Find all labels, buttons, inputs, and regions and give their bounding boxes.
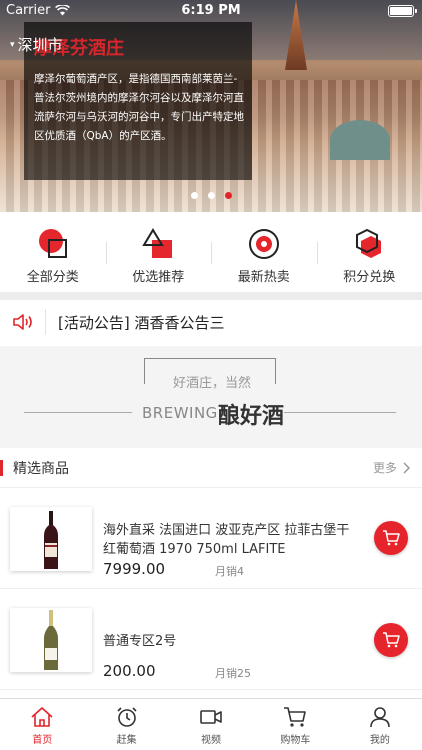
- product-name: 海外直采 法国进口 波亚克产区 拉菲古堡干红葡萄酒 1970 750ml LAF…: [103, 523, 350, 557]
- hot-sale-icon: [248, 228, 280, 260]
- tab-cart[interactable]: 购物车: [253, 699, 337, 750]
- recommend-icon: [142, 228, 174, 260]
- hero-overlay-text: 摩泽尔葡萄酒产区，是指德国西南部莱茵兰-普法尔茨州境内的摩泽尔河谷以及摩泽尔河直…: [34, 73, 244, 142]
- category-label: 积分兑换: [343, 270, 396, 285]
- carousel-dot[interactable]: [208, 192, 215, 199]
- carousel-dot[interactable]: [191, 192, 198, 199]
- carousel-dots: [191, 192, 232, 199]
- category-recommend[interactable]: 优选推荐: [105, 212, 212, 292]
- city-label: 深圳市: [17, 36, 63, 54]
- cart-icon: [383, 632, 400, 648]
- hero-carousel[interactable]: 摩泽芬酒庄 摩泽尔葡萄酒产区，是指德国西南部莱茵兰-普法尔茨州境内的摩泽尔河谷以…: [0, 0, 422, 212]
- bottom-tab-bar: 首页 赶集 视频 购物车 我的: [0, 698, 422, 750]
- tab-market[interactable]: 赶集: [84, 699, 168, 750]
- tab-profile[interactable]: 我的: [338, 699, 422, 750]
- category-label: 最新热卖: [237, 270, 290, 285]
- tab-label: 赶集: [116, 735, 137, 746]
- points-exchange-icon: [353, 228, 385, 260]
- category-row: 全部分类 优选推荐 最新热卖 积分兑换: [0, 212, 422, 292]
- banner-english: BREWING: [142, 404, 218, 422]
- carousel-dot-active[interactable]: [225, 192, 232, 199]
- status-bar: Carrier 6:19 PM: [0, 0, 422, 22]
- section-accent-bar: [0, 459, 3, 476]
- banner-headline: 酿好酒: [218, 404, 285, 429]
- tab-label: 首页: [32, 735, 53, 746]
- all-categories-icon: [37, 228, 69, 260]
- category-all[interactable]: 全部分类: [0, 212, 106, 292]
- more-label: 更多: [372, 461, 397, 475]
- home-icon: [31, 707, 53, 727]
- user-icon: [370, 707, 390, 728]
- city-selector[interactable]: ▾ 深圳市: [10, 34, 63, 55]
- cart-icon: [284, 707, 307, 727]
- product-price: 200.00: [103, 662, 156, 680]
- banner-rule-left: [24, 412, 132, 413]
- more-link[interactable]: 更多: [373, 459, 410, 476]
- notice-bar[interactable]: [活动公告] 酒香香公告三: [0, 300, 422, 344]
- section-divider: [0, 292, 422, 300]
- section-title: 精选商品: [13, 460, 69, 477]
- add-to-cart-button[interactable]: [374, 521, 408, 555]
- category-hot[interactable]: 最新热卖: [211, 212, 317, 292]
- tab-label: 视频: [201, 735, 222, 746]
- featured-section-header: 精选商品 更多: [0, 448, 422, 488]
- tab-label: 购物车: [280, 735, 311, 746]
- cart-icon: [383, 530, 400, 546]
- product-name: 普通专区2号: [103, 634, 177, 649]
- status-time: 6:19 PM: [181, 3, 241, 18]
- banner-rule-right: [284, 412, 396, 413]
- product-sales: 月销25: [215, 667, 251, 680]
- product-item[interactable]: 海外直采 法国进口 波亚克产区 拉菲古堡干红葡萄酒 1970 750ml LAF…: [0, 489, 422, 589]
- red-wine-bottle-icon: [44, 511, 58, 569]
- tab-home[interactable]: 首页: [0, 699, 84, 750]
- product-price: 7999.00: [103, 560, 166, 578]
- chevron-right-icon: [403, 461, 410, 474]
- tab-video[interactable]: 视频: [169, 699, 253, 750]
- hero-dome: [330, 120, 390, 160]
- product-image: [10, 608, 92, 672]
- video-icon: [200, 710, 222, 724]
- product-sales: 月销4: [215, 565, 244, 578]
- category-label: 全部分类: [26, 270, 79, 285]
- white-wine-bottle-icon: [44, 610, 58, 670]
- tab-label: 我的: [369, 735, 390, 746]
- product-item[interactable]: 普通专区2号 200.00 月销25: [0, 590, 422, 690]
- slogan-banner[interactable]: 好酒庄，当然 BREWING 酿好酒: [0, 346, 422, 448]
- notice-text: [活动公告] 酒香香公告三: [58, 313, 225, 332]
- speaker-icon: [12, 314, 32, 330]
- location-pin-icon: ▾: [10, 39, 15, 50]
- product-image: [10, 507, 92, 571]
- category-label: 优选推荐: [132, 270, 185, 285]
- battery-icon: [388, 5, 417, 17]
- add-to-cart-button[interactable]: [374, 623, 408, 657]
- category-points[interactable]: 积分兑换: [316, 212, 422, 292]
- banner-subtitle: 好酒庄，当然: [160, 372, 264, 391]
- alarm-clock-icon: [117, 707, 137, 727]
